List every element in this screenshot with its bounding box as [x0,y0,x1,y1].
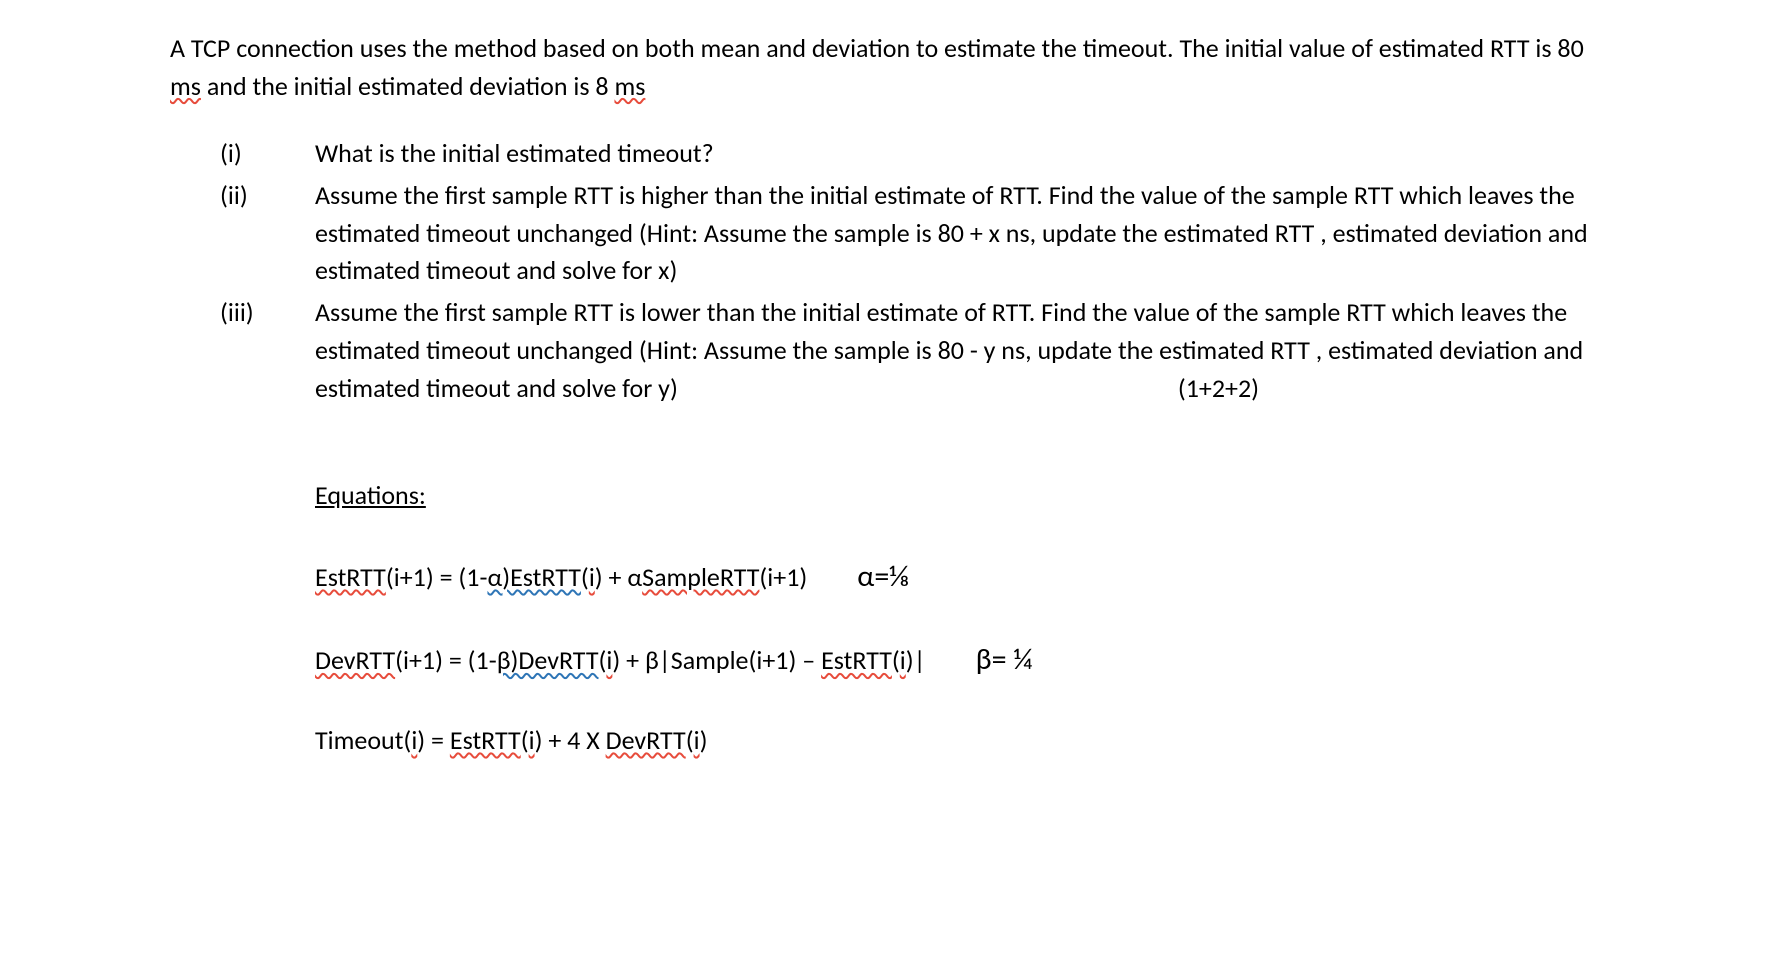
equation-timeout-main: Timeout(i) = EstRTT(i) + 4 X DevRTT(i) [315,722,707,760]
intro-text-2: and the initial estimated deviation is 8 [201,70,614,102]
eq3-p11: ) [700,724,708,756]
eq1-p6: ) + α [595,561,642,593]
equation-estrtt: EstRTT(i+1) = (1-α)EstRTT(i) + αSampleRT… [315,555,1606,599]
eq3-p4: EstRTT [450,724,521,756]
eq1-p3: α)EstRTT [487,561,580,593]
question-ii: (ii) Assume the first sample RTT is high… [220,177,1606,290]
intro-ms-1: ms [170,70,201,102]
question-i: (i) What is the initial estimated timeou… [220,135,1606,173]
question-marks: (1+2+2) [1178,370,1259,408]
equation-devrtt-main: DevRTT(i+1) = (1-β)DevRTT(i) + β|Sample(… [315,642,926,680]
question-label-ii: (ii) [220,177,315,290]
equation-timeout: Timeout(i) = EstRTT(i) + 4 X DevRTT(i) [315,722,1606,760]
eq2-p10: )| [906,644,926,676]
equations-section: Equations: EstRTT(i+1) = (1-α)EstRTT(i) … [170,477,1606,759]
eq3-p9: ( [686,724,694,756]
question-text-ii: Assume the first sample RTT is higher th… [315,177,1606,290]
eq3-p7: ) + 4 X [535,724,606,756]
eq1-p4: ( [581,561,589,593]
equation-devrtt: DevRTT(i+1) = (1-β)DevRTT(i) + β|Sample(… [315,638,1606,682]
eq2-p6: ) + β|Sample(i+1) – [612,644,821,676]
eq3-p1: Timeout( [315,724,411,756]
intro-ms-2: ms [614,70,645,102]
question-label-iii: (iii) [220,294,315,407]
equation-estrtt-main: EstRTT(i+1) = (1-α)EstRTT(i) + αSampleRT… [315,559,807,597]
intro-text-1: A TCP connection uses the method based o… [170,32,1584,64]
intro-paragraph: A TCP connection uses the method based o… [170,30,1606,105]
eq3-p5: ( [521,724,529,756]
eq2-p2: (i+1) = (1- [395,644,497,676]
eq2-p7: EstRTT [821,644,892,676]
equations-heading: Equations: [315,477,1606,515]
eq1-param: α=⅛ [857,555,909,599]
eq1-p2: (i+1) = (1- [386,561,488,593]
eq2-p3: β)DevRTT [497,644,599,676]
eq1-p8: (i+1) [759,561,807,593]
question-text-i: What is the initial estimated timeout? [315,135,1606,173]
eq2-p8: ( [892,644,900,676]
eq3-p3: ) = [417,724,450,756]
question-iii: (iii) Assume the first sample RTT is low… [220,294,1606,407]
eq3-p8: DevRTT [606,724,686,756]
question-label-i: (i) [220,135,315,173]
eq2-param: β= ¼ [976,638,1033,682]
eq1-p1: EstRTT [315,561,386,593]
questions-list: (i) What is the initial estimated timeou… [170,135,1606,407]
question-text-iii: Assume the first sample RTT is lower tha… [315,294,1606,407]
eq2-p1: DevRTT [315,644,395,676]
question-iii-body: Assume the first sample RTT is lower tha… [315,296,1583,403]
eq1-p7: SampleRTT [642,561,759,593]
